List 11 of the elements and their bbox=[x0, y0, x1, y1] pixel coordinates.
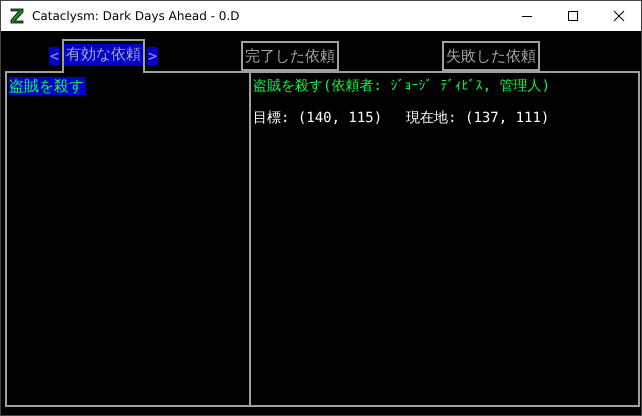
window-title: Cataclysm: Dark Days Ahead - 0.D bbox=[32, 9, 240, 23]
mission-heading: 盗賊を殺す(依頼者: ｼﾞｮｰｼﾞ ﾃﾞｨﾋﾞｽ, 管理人) bbox=[253, 77, 552, 95]
tab[interactable]: 失敗した依頼 bbox=[442, 41, 540, 71]
tab[interactable]: 有効な依頼 bbox=[62, 39, 146, 73]
app-icon bbox=[10, 8, 24, 24]
mission-item[interactable]: 盗賊を殺す bbox=[9, 77, 86, 95]
tab[interactable]: 完了した依頼 bbox=[241, 41, 340, 71]
close-icon[interactable] bbox=[613, 10, 625, 22]
current-location: 現在地: (137, 111) bbox=[406, 109, 550, 127]
target-coordinates: 目標: (140, 115) bbox=[253, 109, 382, 127]
maximize-icon[interactable] bbox=[567, 10, 579, 22]
